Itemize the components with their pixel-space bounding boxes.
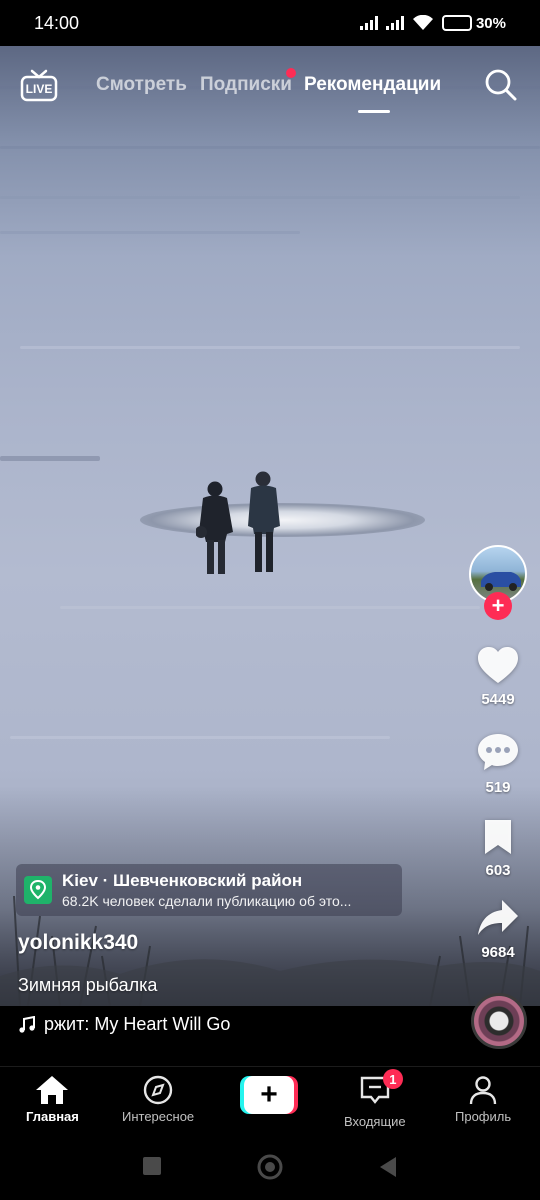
- live-button[interactable]: LIVE: [20, 68, 58, 102]
- bookmark-icon: [485, 820, 511, 854]
- tab-recommendations[interactable]: Рекомендации: [304, 74, 441, 96]
- ice-streak: [0, 196, 520, 199]
- video-caption: Зимняя рыбалка: [18, 975, 158, 995]
- profile-icon: [469, 1076, 497, 1105]
- like-button[interactable]: 5449: [468, 645, 528, 708]
- ice-streak: [0, 231, 300, 234]
- ice-crack: [0, 456, 100, 461]
- subscriptions-notification-dot: [286, 68, 296, 78]
- nav-home[interactable]: Главная: [26, 1075, 79, 1124]
- heart-icon: [478, 647, 518, 683]
- comment-icon: [478, 734, 518, 770]
- nav-discover[interactable]: Интересное: [122, 1075, 194, 1124]
- create-button[interactable]: +: [240, 1076, 298, 1114]
- share-count: 9684: [481, 944, 515, 961]
- save-count: 603: [485, 862, 511, 879]
- nav-home-label: Главная: [26, 1109, 79, 1124]
- ice-streak: [20, 346, 520, 349]
- music-title: ржит: My Heart Will Go: [44, 1014, 231, 1034]
- ice-streak: [0, 146, 540, 149]
- signal-icon-2: [385, 16, 404, 30]
- video-player[interactable]: [0, 46, 540, 1006]
- ice-streak: [10, 736, 390, 739]
- location-title: Kiev · Шевченковский район: [62, 871, 303, 890]
- follow-button[interactable]: +: [484, 592, 512, 620]
- search-icon: [485, 69, 517, 101]
- location-chip[interactable]: Kiev · Шевченковский район 68.2K человек…: [16, 864, 402, 916]
- person-figure: [248, 471, 280, 572]
- share-button[interactable]: 9684: [468, 898, 528, 961]
- share-arrow-icon: [478, 900, 518, 935]
- back-button[interactable]: [378, 1156, 398, 1183]
- creator-username[interactable]: yolonikk340: [18, 931, 138, 955]
- person-figure: [196, 481, 233, 574]
- nav-inbox-label: Входящие: [344, 1114, 406, 1129]
- wifi-icon: [412, 15, 433, 30]
- inbox-icon-wrap: 1: [359, 1069, 403, 1110]
- music-note-icon: [19, 1015, 35, 1033]
- system-nav-bar: [0, 1134, 540, 1200]
- tab-subscriptions[interactable]: Подписки: [200, 74, 292, 96]
- nav-profile-label: Профиль: [455, 1109, 512, 1124]
- location-text: Kiev · Шевченковский район 68.2K человек…: [62, 871, 351, 909]
- back-triangle-icon: [380, 1157, 396, 1177]
- top-nav: LIVE Смотреть Подписки Рекомендации: [0, 62, 540, 113]
- battery-percent: 30%: [475, 14, 506, 32]
- nav-inbox[interactable]: 1 Входящие: [344, 1069, 406, 1129]
- tab-watch[interactable]: Смотреть: [96, 74, 187, 96]
- save-button[interactable]: 603: [468, 818, 528, 879]
- status-bar: 14:00 30%: [0, 0, 540, 46]
- like-count: 5449: [481, 691, 515, 708]
- plus-icon: +: [244, 1076, 294, 1114]
- music-info[interactable]: ржит: My Heart Will Go: [18, 1014, 230, 1035]
- ice-streak: [60, 606, 480, 609]
- bottom-nav: Главная Интересное + 1 Входящие Профиль: [0, 1066, 540, 1134]
- status-indicators: 30%: [359, 14, 506, 32]
- battery-indicator: 30%: [441, 14, 506, 32]
- music-disc[interactable]: [471, 993, 527, 1049]
- active-tab-indicator: [358, 110, 390, 113]
- home-system-button[interactable]: [256, 1153, 284, 1186]
- home-circle-icon: [257, 1154, 283, 1180]
- live-label: LIVE: [25, 82, 53, 96]
- inbox-badge: 1: [382, 1069, 403, 1089]
- location-subtitle: 68.2K человек сделали публикацию об это.…: [62, 893, 352, 909]
- comment-count: 519: [485, 779, 511, 796]
- nav-discover-label: Интересное: [122, 1109, 195, 1124]
- comment-button[interactable]: 519: [468, 731, 528, 796]
- search-button[interactable]: [484, 68, 518, 102]
- home-icon: [36, 1076, 69, 1104]
- recents-button[interactable]: [142, 1156, 162, 1181]
- signal-icon: [359, 16, 378, 30]
- nav-profile[interactable]: Профиль: [455, 1075, 511, 1124]
- compass-icon: [143, 1075, 173, 1105]
- location-pin-icon: [24, 876, 52, 904]
- recents-icon: [143, 1157, 161, 1175]
- battery-icon: [441, 15, 472, 31]
- status-time: 14:00: [34, 12, 80, 33]
